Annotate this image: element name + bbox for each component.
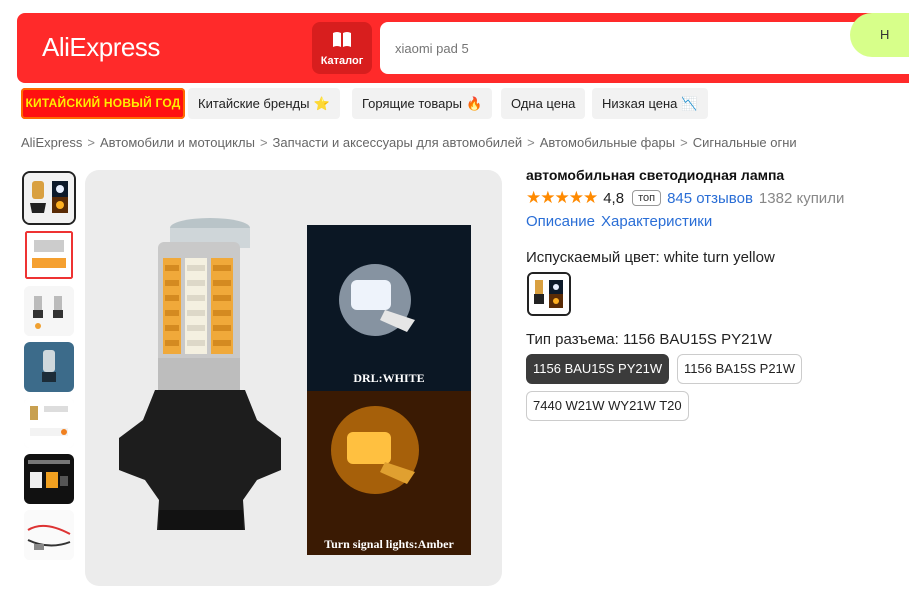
breadcrumb-item[interactable]: AliExpress bbox=[21, 135, 82, 150]
tab-description[interactable]: Описание bbox=[526, 213, 595, 230]
chip-label: Одна цена bbox=[511, 96, 576, 111]
top-badge: топ bbox=[632, 190, 662, 206]
thumbnail-2[interactable] bbox=[24, 230, 74, 280]
header-bar: AliExpress Каталог bbox=[17, 13, 909, 83]
catalog-book-icon bbox=[333, 32, 351, 47]
reviews-link[interactable]: 845 отзывов bbox=[667, 190, 753, 207]
search-button[interactable]: Н bbox=[850, 13, 909, 57]
breadcrumb-item[interactable]: Автомобили и мотоциклы bbox=[100, 135, 255, 150]
color-option-swatch[interactable] bbox=[527, 272, 571, 316]
bought-count: 1382 купили bbox=[758, 189, 845, 207]
chip-label: Горящие товары bbox=[362, 96, 462, 111]
thumbnail-7[interactable] bbox=[24, 510, 74, 560]
chip-chinese-brands[interactable]: Китайские бренды ⭐ bbox=[188, 88, 340, 119]
connector-option-1156-bau15s[interactable]: 1156 BAU15S PY21W bbox=[526, 354, 670, 384]
chinese-new-year-chip[interactable]: КИТАЙСКИЙ НОВЫЙ ГОД bbox=[21, 88, 185, 119]
chip-label: Низкая цена bbox=[602, 96, 678, 111]
breadcrumb-item[interactable]: Сигнальные огни bbox=[693, 135, 797, 150]
chevron-right-icon: > bbox=[259, 135, 268, 150]
connector-label: Тип разъема: 1156 BAU15S PY21W bbox=[526, 331, 772, 348]
thumbnail-6[interactable] bbox=[24, 454, 74, 504]
chevron-right-icon: > bbox=[527, 135, 535, 150]
thumbnail-1[interactable] bbox=[24, 173, 74, 223]
star-icon: ⭐ bbox=[313, 96, 330, 111]
image-caption-bottom: Turn signal lights:Amber bbox=[324, 537, 454, 551]
product-title: автомобильная светодиодная лампа bbox=[526, 167, 785, 183]
tab-characteristics[interactable]: Характеристики bbox=[601, 213, 712, 230]
thumbnail-3[interactable] bbox=[24, 286, 74, 336]
chip-hot-deals[interactable]: Горящие товары 🔥 bbox=[352, 88, 493, 119]
aliexpress-logo[interactable]: AliExpress bbox=[42, 32, 160, 63]
breadcrumb: AliExpress > Автомобили и мотоциклы > Запчас… bbox=[21, 135, 797, 150]
breadcrumb-item[interactable]: Запчасти и аксессуары для автомобилей bbox=[273, 135, 523, 150]
chip-one-price[interactable]: Одна цена bbox=[501, 88, 586, 119]
main-product-image[interactable]: DRL:WHITE Turn signal lights:Amber bbox=[85, 170, 502, 586]
color-label: Испускаемый цвет: white turn yellow bbox=[526, 249, 775, 266]
product-tabs: Описание Характеристики bbox=[526, 213, 718, 230]
search-box bbox=[380, 22, 909, 74]
chevron-right-icon: > bbox=[680, 135, 688, 150]
rating-stars-icon: ★★★★★ bbox=[526, 188, 598, 207]
thumbnail-5[interactable] bbox=[24, 398, 74, 448]
breadcrumb-item[interactable]: Автомобильные фары bbox=[540, 135, 675, 150]
fire-icon: 🔥 bbox=[465, 96, 483, 111]
chip-low-price[interactable]: Низкая цена 📉 bbox=[592, 88, 708, 119]
image-caption-top: DRL:WHITE bbox=[353, 371, 424, 385]
connector-option-7440[interactable]: 7440 W21W WY21W T20 bbox=[526, 391, 689, 421]
chevron-right-icon: > bbox=[87, 135, 96, 150]
connector-option-1156-ba15s[interactable]: 1156 BA15S P21W bbox=[677, 354, 803, 384]
rating-row: ★★★★★ 4,8 топ 845 отзывов 1382 купили bbox=[526, 188, 844, 208]
search-input[interactable] bbox=[395, 38, 855, 58]
catalog-label: Каталог bbox=[320, 55, 364, 67]
rating-value: 4,8 bbox=[603, 189, 625, 207]
chip-label: Китайские бренды bbox=[198, 96, 310, 111]
trend-down-icon: 📉 bbox=[681, 96, 698, 111]
catalog-button[interactable]: Каталог bbox=[312, 22, 372, 74]
thumbnail-4[interactable] bbox=[24, 342, 74, 392]
